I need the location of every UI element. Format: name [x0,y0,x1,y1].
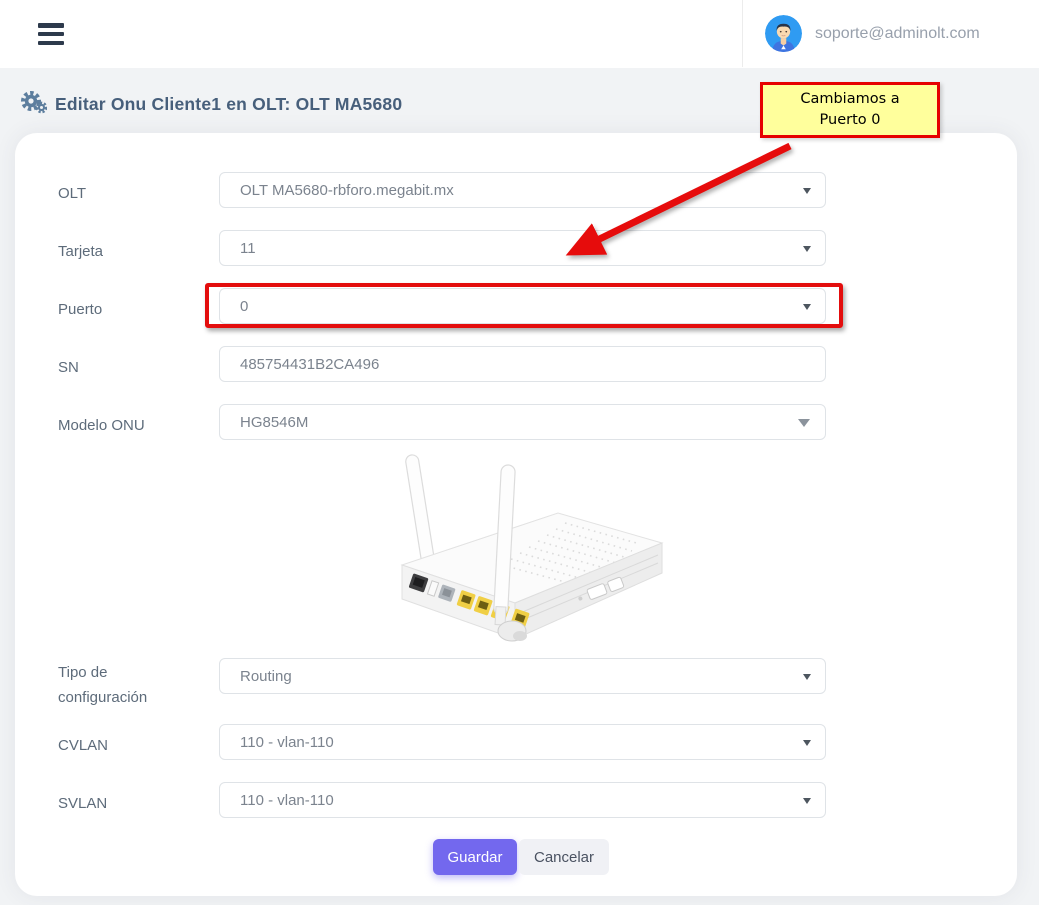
chevron-down-icon [803,304,811,310]
onu-product-image [360,443,680,655]
cvlan-select[interactable]: 110 - vlan-110 [219,724,826,760]
hamburger-menu-icon[interactable] [38,23,64,45]
puerto-select[interactable]: 0 [219,288,826,324]
svlan-select[interactable]: 110 - vlan-110 [219,782,826,818]
user-menu[interactable]: soporte@adminolt.com [742,0,1018,67]
user-avatar [765,15,802,52]
olt-label: OLT [58,181,193,206]
annotation-callout: Cambiamos a Puerto 0 [760,82,940,138]
tarjeta-label: Tarjeta [58,239,193,264]
save-button[interactable]: Guardar [433,839,517,875]
cvlan-label: CVLAN [58,733,193,758]
tipo-configuracion-label: Tipo de configuración [58,660,193,710]
user-email: soporte@adminolt.com [815,25,980,43]
cogs-icon [20,90,47,119]
cancel-button[interactable]: Cancelar [519,839,609,875]
top-bar: soporte@adminolt.com [0,0,1039,68]
olt-select[interactable]: OLT MA5680-rbforo.megabit.mx [219,172,826,208]
puerto-label: Puerto [58,297,193,322]
edit-onu-form-card: OLT OLT MA5680-rbforo.megabit.mx Tarjeta… [15,133,1017,896]
chevron-down-icon [803,246,811,252]
sn-input[interactable] [219,346,826,382]
chevron-down-icon [798,419,810,427]
modelo-onu-label: Modelo ONU [58,413,193,438]
svlan-label: SVLAN [58,791,193,816]
tipo-configuracion-select[interactable]: Routing [219,658,826,694]
chevron-down-icon [803,674,811,680]
page-title: Editar Onu Cliente1 en OLT: OLT MA5680 [55,94,402,115]
sn-label: SN [58,355,193,380]
chevron-down-icon [803,798,811,804]
chevron-down-icon [803,740,811,746]
chevron-down-icon [803,188,811,194]
modelo-onu-select[interactable]: HG8546M [219,404,826,440]
tarjeta-select[interactable]: 11 [219,230,826,266]
